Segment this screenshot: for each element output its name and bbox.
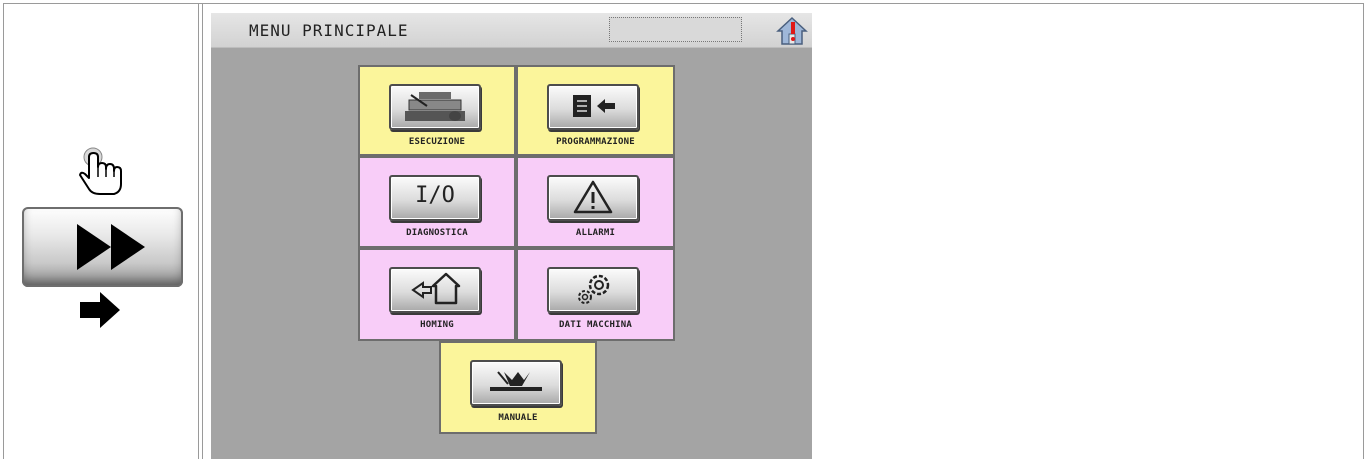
table-border-left	[3, 3, 4, 459]
menu-tile-diagnostica[interactable]: I/O DIAGNOSTICA	[358, 156, 516, 248]
menu-tile-programmazione[interactable]: PROGRAMMAZIONE	[516, 65, 675, 156]
allarmi-button[interactable]	[547, 175, 639, 221]
menu-tile-allarmi[interactable]: ALLARMI	[516, 156, 675, 248]
menu-label-programmazione: PROGRAMMAZIONE	[556, 137, 635, 147]
programmazione-button[interactable]	[547, 84, 639, 130]
diagnostica-button[interactable]: I/O	[389, 175, 481, 221]
menu-label-manuale: MANUALE	[498, 413, 538, 423]
menu-tile-manuale[interactable]: MANUALE	[439, 341, 597, 434]
pointing-hand-icon	[74, 144, 134, 196]
screen-title: MENU PRINCIPALE	[249, 21, 409, 40]
homing-button[interactable]	[389, 267, 481, 313]
menu-label-allarmi: ALLARMI	[575, 228, 616, 238]
esecuzione-button[interactable]	[389, 84, 481, 130]
status-field	[609, 17, 742, 42]
menu-tile-esecuzione[interactable]: ESECUZIONE	[358, 65, 516, 156]
menu-label-dati-macchina: DATI MACCHINA	[558, 320, 633, 330]
table-column-divider	[198, 3, 199, 459]
warning-icon	[573, 180, 613, 214]
table-column-divider-inner	[202, 3, 203, 459]
fast-forward-button	[22, 207, 183, 287]
fast-forward-icon	[77, 224, 145, 270]
menu-tile-dati-macchina[interactable]: DATI MACCHINA	[516, 248, 675, 341]
homing-icon	[411, 272, 461, 305]
arrow-right-icon	[80, 290, 124, 330]
menu-tile-homing[interactable]: HOMING	[358, 248, 516, 341]
menu-label-diagnostica: DIAGNOSTICA	[406, 228, 468, 238]
gears-icon	[578, 274, 610, 304]
machine-execution-icon	[405, 92, 465, 121]
dati-macchina-button[interactable]	[547, 267, 639, 313]
hmi-screen: MENU PRINCIPALE ESECUZIONE PROGRAMMAZION…	[211, 13, 812, 459]
table-border-right	[1363, 3, 1364, 459]
manuale-button[interactable]	[470, 360, 562, 406]
menu-label-homing: HOMING	[420, 320, 454, 330]
manual-tool-icon	[490, 371, 542, 391]
home-alarm-icon[interactable]	[774, 15, 810, 47]
io-icon: I/O	[415, 183, 455, 208]
program-input-icon	[573, 95, 615, 117]
menu-label-esecuzione: ESECUZIONE	[408, 137, 466, 147]
title-bar: MENU PRINCIPALE	[211, 13, 812, 48]
table-border-top	[3, 3, 1364, 4]
